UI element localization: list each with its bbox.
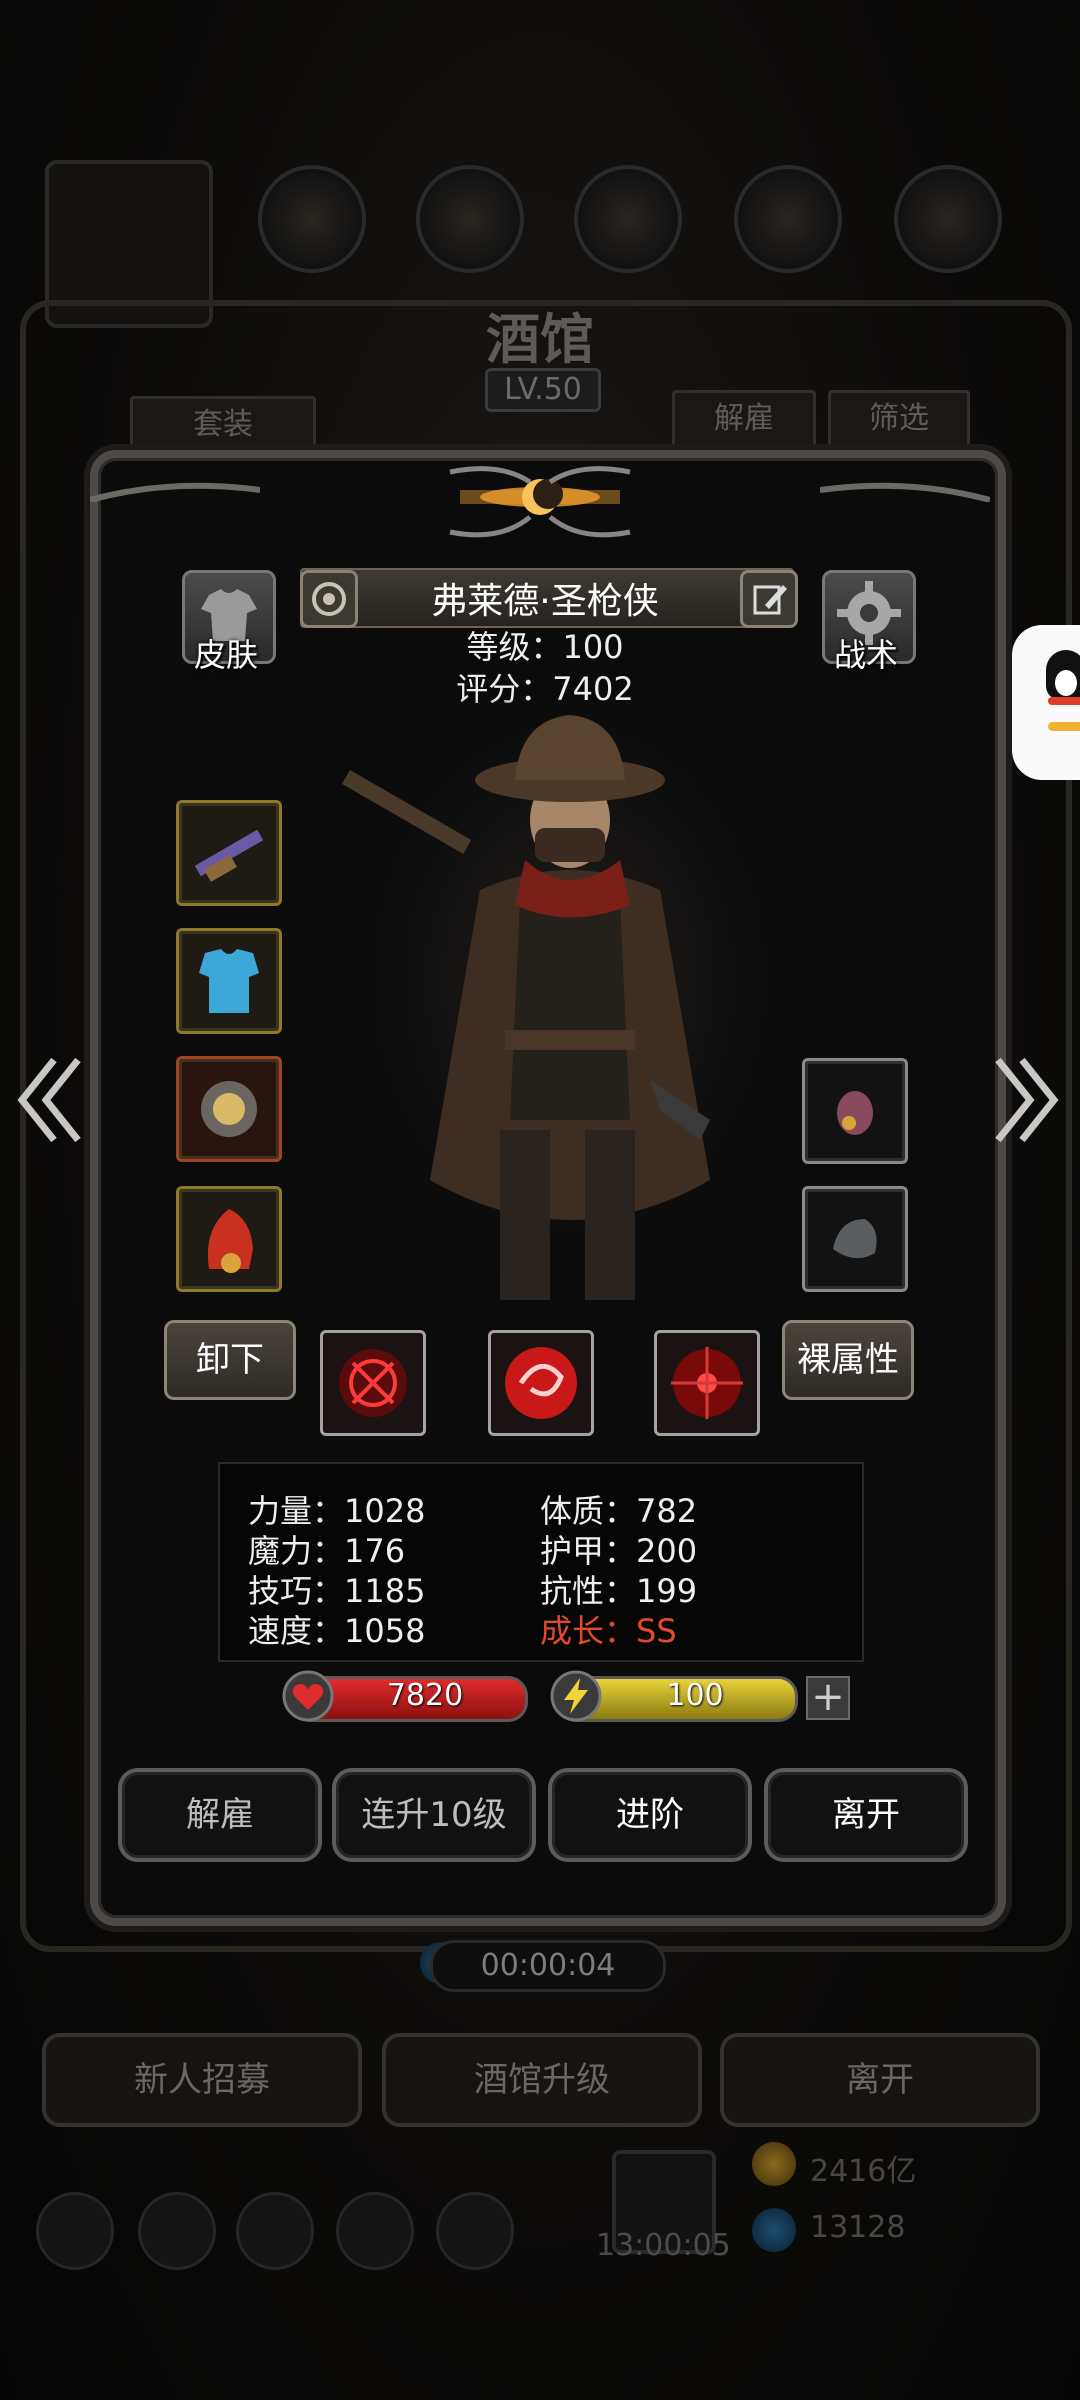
hero-name: 弗莱德·圣枪侠 [431,581,659,622]
tactics-label: 战术 [833,636,898,674]
background-nav-icon [36,2192,114,2270]
skill-slot-3[interactable] [654,1330,760,1436]
lightning-icon [550,1670,602,1722]
background-menu-icon [258,165,366,273]
background-nav-icon [436,2192,514,2270]
armor-slot[interactable] [176,928,282,1034]
hero-level: 等级：100 [466,628,624,666]
qq-penguin-scarf [1048,697,1080,705]
frame-horn-left [90,482,260,502]
medal-icon [201,1081,257,1137]
skill-slot-1[interactable] [320,1330,426,1436]
background-nav-icon [336,2192,414,2270]
energy-value: 100 [666,1678,724,1713]
armor-icon [199,949,259,1013]
weapon-slot[interactable] [176,800,282,906]
background-nav-icon [138,2192,216,2270]
gauntlet-slot[interactable] [802,1186,908,1292]
gold-amount: 2416亿 [810,2154,917,2189]
moon-ornament-icon [449,466,631,538]
edit-name-icon[interactable] [740,570,798,628]
stat-growth: 成长：SS [540,1612,677,1650]
background-menu-icon [894,165,1002,273]
background-leave-button: 离开 [720,2033,1040,2127]
leave-button[interactable]: 离开 [764,1768,968,1862]
stat-speed: 速度：1058 [248,1612,426,1650]
suit-button: 套装 [130,396,316,454]
vortex-skill-icon [505,1347,577,1419]
gem-amount: 13128 [810,2210,906,2245]
skin-button[interactable]: 皮肤 [178,570,276,680]
background-dismiss-button: 解雇 [672,390,816,448]
skin-label: 皮肤 [193,636,258,674]
background-level: LV.50 [485,368,601,412]
rifle-icon [194,829,264,882]
helmet-slot[interactable] [176,1186,282,1292]
gold-icon [752,2142,796,2186]
plus-icon[interactable]: + [806,1676,850,1720]
pet-slot[interactable] [802,1058,908,1164]
accessory-slot[interactable] [176,1056,282,1162]
tavern-upgrade-button: 酒馆升级 [382,2033,702,2127]
skill-slot-2[interactable] [488,1330,594,1436]
heart-icon [282,1670,334,1722]
frame-horn-right [820,482,990,502]
tactics-button[interactable]: 战术 [818,570,916,680]
target-skill-icon [671,1347,743,1419]
crosshair-skill-icon [339,1349,407,1417]
creature-icon [837,1091,873,1135]
hp-value: 7820 [386,1678,464,1713]
bare-stats-button[interactable]: 裸属性 [782,1320,914,1400]
previous-hero-arrow-icon[interactable] [14,1055,84,1145]
background-nav-icon [236,2192,314,2270]
gem-icon [752,2208,796,2252]
background-menu-icon [416,165,524,273]
recruit-button: 新人招募 [42,2033,362,2127]
background-menu-icon [574,165,682,273]
background-title: 酒馆 [486,307,594,371]
hero-portrait [330,700,810,1320]
background-timer: 00:00:04 [430,1940,666,1992]
background-menu-icon [734,165,842,273]
qq-penguin-belly [1055,670,1077,696]
level-up-10-button[interactable]: 连升10级 [332,1768,536,1862]
qq-penguin-feet [1048,722,1080,731]
filter-button: 筛选 [828,390,970,448]
gauntlet-icon [833,1219,877,1259]
unequip-button[interactable]: 卸下 [164,1320,296,1400]
dismiss-button[interactable]: 解雇 [118,1768,322,1862]
hood-icon [207,1209,253,1273]
gift-timer: 13:00:05 [596,2228,731,2263]
next-hero-arrow-icon[interactable] [992,1055,1062,1145]
advance-button[interactable]: 进阶 [548,1768,752,1862]
